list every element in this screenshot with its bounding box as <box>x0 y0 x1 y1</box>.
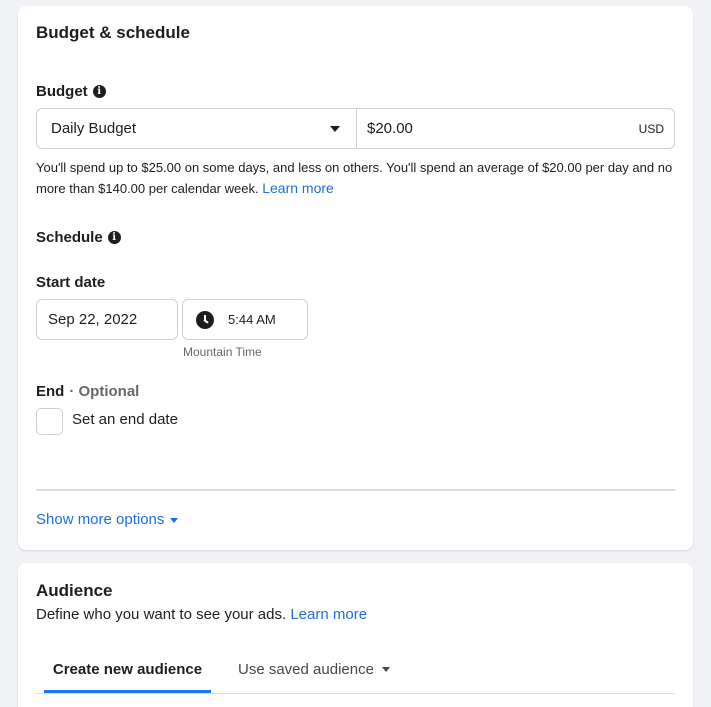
audience-learn-more-link[interactable]: Learn more <box>290 606 367 623</box>
start-date-value: Sep 22, 2022 <box>48 311 138 328</box>
budget-input-group: Daily Budget USD <box>36 108 675 149</box>
budget-type-dropdown[interactable]: Daily Budget <box>37 109 357 148</box>
schedule-label: Schedule <box>36 229 103 246</box>
audience-description: Define who you want to see your ads. <box>36 606 287 623</box>
tab-label: Use saved audience <box>238 661 374 678</box>
chevron-down-icon <box>330 125 340 132</box>
schedule-label-row: Schedule i <box>36 229 121 246</box>
budget-amount-field[interactable]: USD <box>357 109 674 148</box>
start-date-input[interactable]: Sep 22, 2022 <box>36 299 178 340</box>
audience-card: Audience Define who you want to see your… <box>18 563 693 707</box>
section-divider <box>36 489 675 491</box>
budget-schedule-title: Budget & schedule <box>36 23 190 42</box>
audience-description-row: Define who you want to see your ads. Lea… <box>36 606 367 623</box>
end-label-row: End · Optional <box>36 383 139 400</box>
chevron-down-icon <box>381 667 390 672</box>
info-icon[interactable]: i <box>92 85 106 98</box>
show-more-label: Show more options <box>36 511 165 528</box>
start-time-input[interactable]: 5:44 AM <box>182 299 308 340</box>
tab-create-new-audience[interactable]: Create new audience <box>44 647 211 693</box>
clock-icon <box>196 310 214 329</box>
audience-tabs: Create new audience Use saved audience <box>36 647 675 694</box>
end-label: End <box>36 383 65 400</box>
tab-use-saved-audience[interactable]: Use saved audience <box>238 647 390 694</box>
end-date-checkbox[interactable] <box>36 408 63 435</box>
show-more-options-link[interactable]: Show more options <box>36 511 179 528</box>
info-icon[interactable]: i <box>107 231 121 244</box>
budget-learn-more-link[interactable]: Learn more <box>262 180 334 196</box>
budget-help-message: You'll spend up to $25.00 on some days, … <box>36 160 673 196</box>
budget-amount-input[interactable] <box>367 120 567 137</box>
budget-help-text: You'll spend up to $25.00 on some days, … <box>36 157 681 199</box>
start-time-value: 5:44 AM <box>228 312 276 327</box>
budget-label: Budget <box>36 83 88 100</box>
optional-label: · Optional <box>69 383 140 400</box>
budget-type-value: Daily Budget <box>51 120 137 137</box>
budget-label-row: Budget i <box>36 83 106 100</box>
tab-label: Create new audience <box>52 661 203 678</box>
currency-label: USD <box>638 121 664 136</box>
timezone-label: Mountain Time <box>183 345 262 359</box>
audience-title: Audience <box>36 581 113 600</box>
budget-schedule-card: Budget & schedule Budget i Daily Budget … <box>18 6 693 550</box>
end-date-checkbox-label[interactable]: Set an end date <box>72 411 178 428</box>
chevron-down-icon <box>170 518 179 523</box>
start-date-label: Start date <box>36 274 106 291</box>
